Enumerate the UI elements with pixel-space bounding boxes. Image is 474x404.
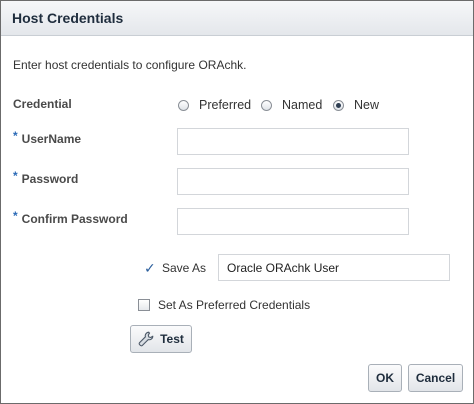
radio-new[interactable]: New <box>333 97 379 113</box>
radio-new-button[interactable] <box>333 99 344 111</box>
radio-preferred-label: Preferred <box>199 98 252 112</box>
test-button-label: Test <box>160 332 184 346</box>
cancel-button[interactable]: Cancel <box>408 364 463 392</box>
confirm-password-input[interactable] <box>177 208 409 235</box>
save-as-label: Save As <box>162 261 207 275</box>
username-input[interactable] <box>177 128 409 155</box>
radio-named-button[interactable] <box>261 99 272 111</box>
radio-named-label: Named <box>282 98 323 112</box>
preferred-credentials-checkbox[interactable] <box>138 299 150 311</box>
preferred-credentials-label[interactable]: Set As Preferred Credentials <box>158 298 310 312</box>
required-marker: * <box>13 209 18 223</box>
radio-preferred[interactable]: Preferred <box>178 97 251 113</box>
required-marker: * <box>13 129 18 143</box>
confirm-password-label-text: Confirm Password <box>21 212 128 226</box>
test-button[interactable]: Test <box>130 325 192 353</box>
save-as-input[interactable] <box>218 254 450 281</box>
radio-named[interactable]: Named <box>261 97 322 113</box>
dialog-title-bar: Host Credentials <box>1 1 473 36</box>
radio-preferred-button[interactable] <box>178 99 189 111</box>
required-marker: * <box>13 169 18 183</box>
username-label: * UserName <box>13 129 82 146</box>
dialog-title: Host Credentials <box>12 10 124 26</box>
ok-button[interactable]: OK <box>368 364 402 392</box>
password-input[interactable] <box>177 168 409 195</box>
host-credentials-dialog: Host Credentials Enter host credentials … <box>0 0 474 404</box>
password-label-text: Password <box>21 172 79 186</box>
confirm-password-label: * Confirm Password <box>13 209 128 226</box>
radio-new-label: New <box>354 98 380 112</box>
username-label-text: UserName <box>21 132 82 146</box>
checkmark-icon: ✓ <box>144 260 156 276</box>
password-label: * Password <box>13 169 79 186</box>
credential-label: Credential <box>13 97 72 111</box>
wrench-icon <box>138 331 154 347</box>
intro-text: Enter host credentials to configure ORAc… <box>13 58 247 72</box>
